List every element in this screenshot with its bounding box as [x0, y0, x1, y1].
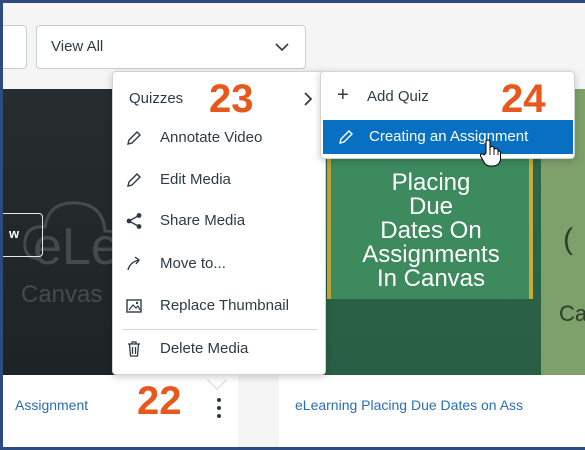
page-frame: View All eLea Canvas w Assignment (Ca P… [0, 0, 585, 450]
plus-icon: + [337, 84, 349, 106]
menu-item-label: Quizzes [129, 90, 184, 107]
pencil-icon [339, 130, 353, 144]
menu-item-label: Annotate Video [160, 129, 263, 146]
media-card-title[interactable]: eLearning Placing Due Dates on Ass [295, 397, 523, 413]
menu-item-label: Share Media [160, 212, 246, 229]
image-icon [126, 299, 142, 313]
menu-item-move-to[interactable]: Move to... [113, 245, 327, 283]
thumbnail-text-line: Placing [391, 169, 471, 196]
pencil-icon [127, 173, 141, 187]
submenu-item-label: Add Quiz [367, 88, 429, 105]
submenu-item-label: Creating an Assignment [369, 128, 529, 145]
trash-icon [128, 341, 140, 357]
thumbnail-subtitle: Canvas [21, 281, 103, 308]
menu-item-delete-media[interactable]: Delete Media [113, 330, 327, 368]
thumbnail-text-line: Dates On [380, 217, 482, 244]
hand-cursor-icon [479, 139, 501, 167]
thumbnail-text-line: Due [408, 193, 454, 220]
menu-item-label: Replace Thumbnail [160, 297, 289, 314]
menu-item-annotate-video[interactable]: Annotate Video [113, 119, 327, 157]
menu-item-label: Edit Media [160, 171, 231, 188]
search-field-edge[interactable] [3, 25, 27, 69]
menu-item-label: Move to... [160, 255, 226, 272]
media-card-title[interactable]: Assignment [15, 397, 88, 413]
menu-item-share-media[interactable]: Share Media [113, 202, 327, 240]
thumbnail-side-text: Ca [559, 301, 585, 326]
view-filter-label: View All [51, 38, 104, 55]
chevron-right-icon [304, 92, 313, 106]
step-number-22: 22 [137, 379, 182, 423]
menu-item-replace-thumbnail[interactable]: Replace Thumbnail [113, 287, 327, 325]
submenu-item-creating-assignment[interactable]: Creating an Assignment [323, 120, 573, 154]
thumbnail-text: Placing Due Dates On Assignments In Canv… [331, 171, 531, 291]
view-filter-select[interactable]: View All [36, 25, 306, 69]
step-number-24: 24 [501, 77, 546, 121]
step-number-23: 23 [209, 77, 254, 121]
thumbnail-side-glyph: ( [563, 223, 573, 256]
menu-item-edit-media[interactable]: Edit Media [113, 161, 327, 199]
pencil-icon [127, 131, 141, 145]
thumbnail-text-line: Assignments [362, 241, 500, 268]
overlay-button-label: w [9, 226, 20, 241]
thumbnail-text-line: In Canvas [376, 265, 486, 292]
share-icon [126, 213, 142, 229]
move-arrow-icon [127, 256, 140, 271]
chevron-down-icon [275, 43, 289, 52]
thumbnail-overlay-button[interactable]: w [3, 213, 43, 257]
more-options-icon[interactable] [209, 394, 229, 424]
menu-item-label: Delete Media [160, 340, 249, 357]
